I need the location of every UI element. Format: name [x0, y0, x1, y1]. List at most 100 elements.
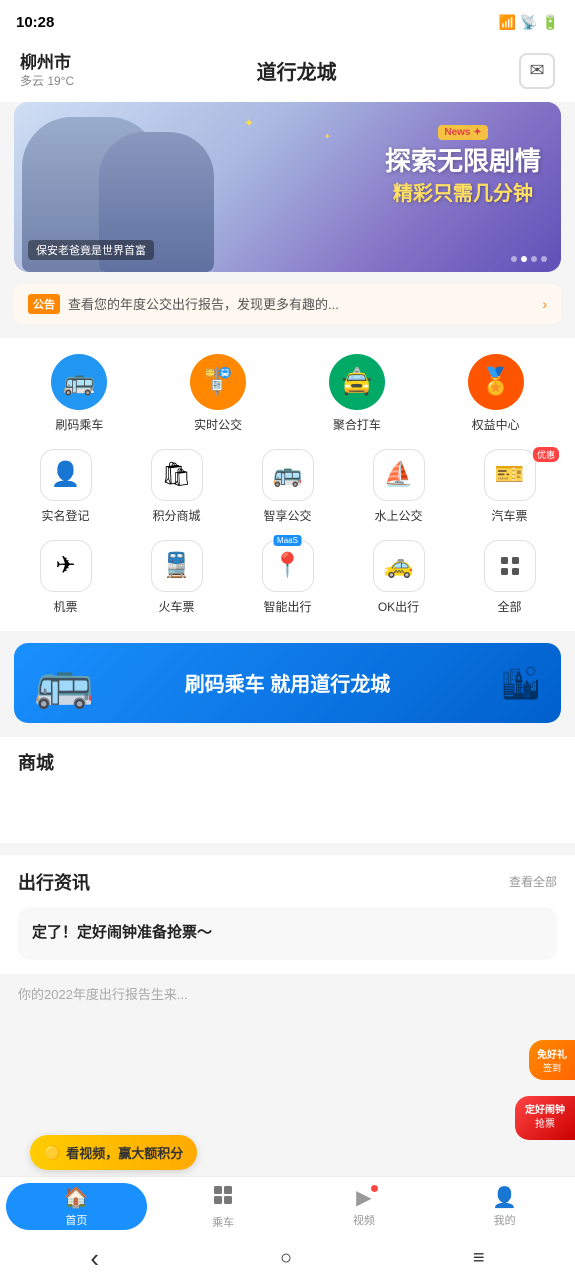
menu-button[interactable]: ≡ [473, 1247, 485, 1270]
points-mall-label: 积分商城 [152, 507, 200, 524]
status-time: 10:28 [16, 14, 54, 31]
scan-ride-label: 刷码乘车 [55, 416, 103, 433]
mall-section: 商城 [0, 737, 575, 783]
checkin-subtext: 签到 [537, 1061, 567, 1074]
icon-realtime-bus[interactable]: 🚏 实时公交 [163, 354, 274, 433]
icon-points-mall[interactable]: 🛍 积分商城 [121, 449, 232, 524]
realtime-bus-icon: 🚏 [190, 354, 246, 410]
back-button[interactable]: ‹ [90, 1243, 99, 1274]
news-item-1[interactable]: 定了！定好闹钟准备抢票～ [18, 907, 557, 960]
alarm-text: 定好闹钟 [525, 1104, 565, 1118]
mail-button[interactable]: ✉ [519, 53, 555, 89]
bus-banner[interactable]: 🚌 刷码乘车 就用道行龙城 🏙 [14, 643, 561, 723]
system-nav: ‹ ○ ≡ [0, 1236, 575, 1280]
realname-icon: 👤 [40, 449, 92, 501]
mail-icon: ✉ [529, 60, 544, 81]
ride-icon [212, 1184, 234, 1212]
icon-benefits[interactable]: 🏅 权益中心 [440, 354, 551, 433]
smart-travel-icon: 📍 MaaS [262, 540, 314, 592]
realname-label: 实名登记 [41, 507, 89, 524]
notice-arrow-icon: › [542, 296, 547, 312]
icon-smart-bus[interactable]: 🚌 智享公交 [232, 449, 343, 524]
icon-row-2: 👤 实名登记 🛍 积分商城 🚌 智享公交 ⛵ 水上公交 优惠 🎫 汽车票 [10, 449, 565, 524]
notice-text: 查看您的年度公交出行报告，发现更多有趣的... [68, 294, 534, 313]
alarm-subtext: 抢票 [525, 1118, 565, 1132]
banner-text: News ✦ 探索无限剧情 精彩只需几分钟 [385, 122, 541, 206]
mall-title: 商城 [18, 753, 54, 773]
banner-main-text: 探索无限剧情 [385, 146, 541, 177]
scan-ride-icon: 🚌 [51, 354, 107, 410]
icon-ok-travel[interactable]: 🚕 OK出行 [343, 540, 454, 615]
city-name: 柳州市 [20, 52, 74, 74]
scroll-hint: 你的2022年度出行报告生来... [0, 974, 575, 1014]
banner-label: News ✦ [438, 125, 487, 140]
smart-bus-icon: 🚌 [262, 449, 314, 501]
mall-content [0, 783, 575, 843]
news-title: 出行资讯 [18, 869, 90, 895]
train-icon: 🚆 [151, 540, 203, 592]
weather-info: 多云 19°C [20, 74, 74, 90]
news-more-link[interactable]: 查看全部 [509, 873, 557, 890]
benefits-icon: 🏅 [468, 354, 524, 410]
battery-icon: 🔋 [542, 14, 559, 31]
news-item-1-title: 定了！定好闹钟准备抢票～ [32, 921, 543, 942]
video-icon: ▶ [356, 1185, 371, 1210]
video-notification-dot [371, 1185, 378, 1192]
video-earn-text: 看视频，赢大额积分 [66, 1143, 183, 1162]
wifi-icon: 📡 [520, 14, 537, 31]
icon-flight[interactable]: ✈ 机票 [10, 540, 121, 615]
water-bus-label: 水上公交 [374, 507, 422, 524]
icon-taxi[interactable]: 🚖 聚合打车 [301, 354, 412, 433]
benefits-label: 权益中心 [472, 416, 520, 433]
header: 柳州市 多云 19°C 道行龙城 ✉ [0, 44, 575, 102]
banner-sub-text: 精彩只需几分钟 [385, 177, 541, 206]
dot-1 [511, 256, 517, 262]
notice-bar[interactable]: 公告 查看您的年度公交出行报告，发现更多有趣的... › [14, 284, 561, 324]
icon-train[interactable]: 🚆 火车票 [121, 540, 232, 615]
nav-home[interactable]: 🏠 首页 [6, 1183, 147, 1230]
water-bus-icon: ⛵ [373, 449, 425, 501]
flight-label: 机票 [53, 598, 77, 615]
nav-mine[interactable]: 👤 我的 [434, 1177, 575, 1236]
news-header: 出行资讯 查看全部 [18, 869, 557, 895]
floating-alarm[interactable]: 定好闹钟 抢票 [515, 1096, 575, 1140]
home-button[interactable]: ○ [280, 1247, 292, 1270]
promo-banner[interactable]: ✦ ✦ ✦ News ✦ 探索无限剧情 精彩只需几分钟 保安老爸竟是世界首富 [14, 102, 561, 272]
bottom-nav: 🏠 首页 乘车 ▶ 视频 👤 我的 [0, 1176, 575, 1236]
bus-ticket-label: 汽车票 [491, 507, 527, 524]
news-section: 出行资讯 查看全部 定了！定好闹钟准备抢票～ [0, 855, 575, 974]
smart-travel-label: 智能出行 [263, 598, 311, 615]
icon-row-1: 🚌 刷码乘车 🚏 实时公交 🚖 聚合打车 🏅 权益中心 [10, 354, 565, 433]
discount-badge: 优惠 [533, 447, 559, 462]
all-icon [484, 540, 536, 592]
bus-left-icon: 🚌 [34, 654, 94, 711]
icon-all[interactable]: 全部 [454, 540, 565, 615]
bus-right-icon: 🏙 [500, 664, 541, 702]
icon-smart-travel[interactable]: 📍 MaaS 智能出行 [232, 540, 343, 615]
mine-icon: 👤 [492, 1185, 517, 1210]
floating-checkin[interactable]: 免好礼 签到 [529, 1040, 575, 1080]
ok-travel-label: OK出行 [378, 598, 419, 615]
dot-3 [531, 256, 537, 262]
train-label: 火车票 [158, 598, 194, 615]
video-earn-bar[interactable]: 🟡 看视频，赢大额积分 [30, 1135, 197, 1170]
coin-icon: 🟡 [44, 1145, 60, 1161]
smart-bus-label: 智享公交 [263, 507, 311, 524]
icon-water-bus[interactable]: ⛵ 水上公交 [343, 449, 454, 524]
header-location[interactable]: 柳州市 多云 19°C [20, 52, 74, 90]
icon-bus-ticket[interactable]: 优惠 🎫 汽车票 [454, 449, 565, 524]
status-icons: 📶 📡 🔋 [499, 14, 559, 31]
nav-video-label: 视频 [353, 1212, 375, 1228]
all-label: 全部 [497, 598, 521, 615]
nav-home-label: 首页 [65, 1212, 87, 1228]
icon-realname[interactable]: 👤 实名登记 [10, 449, 121, 524]
nav-ride[interactable]: 乘车 [153, 1177, 294, 1236]
banner-dots [511, 256, 547, 262]
nav-video[interactable]: ▶ 视频 [294, 1177, 435, 1236]
notice-tag: 公告 [28, 294, 60, 314]
dot-4 [541, 256, 547, 262]
icon-scan-ride[interactable]: 🚌 刷码乘车 [24, 354, 135, 433]
icon-row-3: ✈ 机票 🚆 火车票 📍 MaaS 智能出行 🚕 OK出行 [10, 540, 565, 615]
flight-icon: ✈ [40, 540, 92, 592]
banner-caption: 保安老爸竟是世界首富 [28, 240, 154, 260]
